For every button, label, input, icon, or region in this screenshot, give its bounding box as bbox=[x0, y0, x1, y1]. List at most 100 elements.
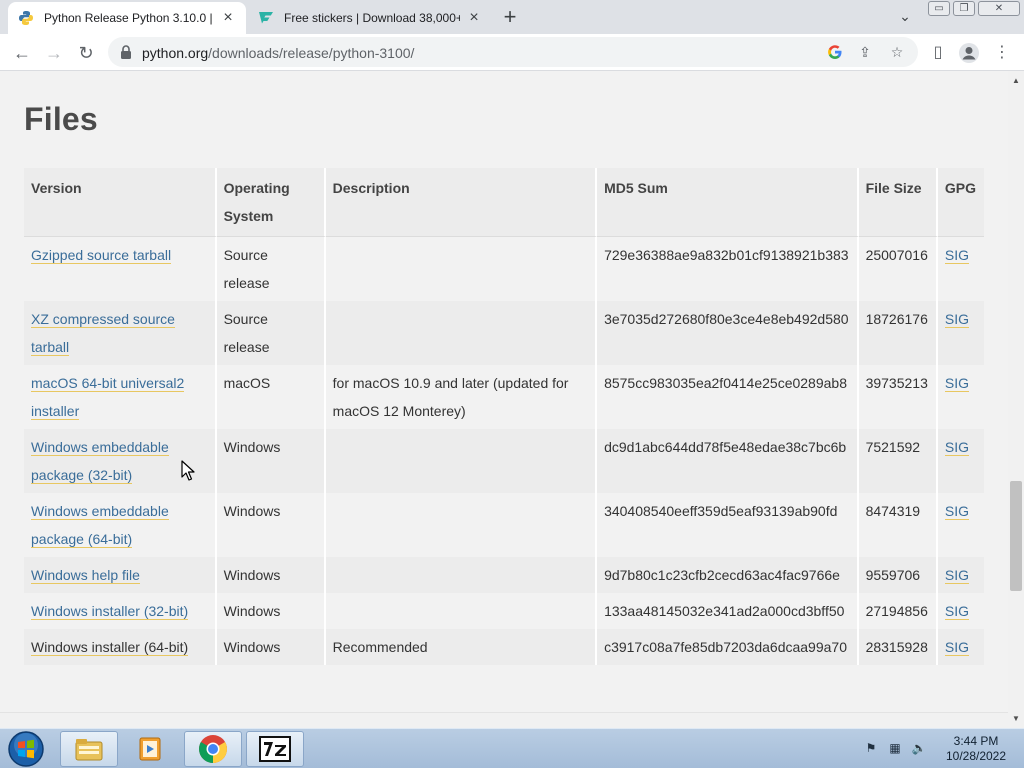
table-row: Windows embeddable package (32-bit) Wind… bbox=[24, 429, 984, 493]
scroll-down-arrow-icon[interactable]: ▼ bbox=[1012, 715, 1020, 723]
url-text[interactable]: python.org/downloads/release/python-3100… bbox=[142, 45, 414, 61]
cell-version: Windows installer (32-bit) bbox=[24, 593, 217, 629]
tab-free-stickers[interactable]: Free stickers | Download 38,000+ × bbox=[248, 2, 492, 34]
sig-link[interactable]: SIG bbox=[944, 439, 969, 456]
cell-file-size: 39735213 bbox=[858, 365, 938, 429]
sig-link[interactable]: SIG bbox=[944, 603, 969, 620]
cell-os: Source release bbox=[216, 301, 326, 365]
back-arrow-icon[interactable]: ← bbox=[10, 41, 34, 65]
taskbar-clock[interactable]: 3:44 PM 10/28/2022 bbox=[936, 734, 1016, 764]
share-icon[interactable]: ⇪ bbox=[856, 43, 874, 61]
network-icon[interactable]: ▦ bbox=[886, 739, 904, 757]
taskbar-7zip-button[interactable] bbox=[246, 731, 304, 767]
sig-link[interactable]: SIG bbox=[944, 567, 969, 584]
cell-version: Windows installer (64-bit) bbox=[24, 629, 217, 665]
cell-md5: c3917c08a7fe85db7203da6dcaa99a70 bbox=[597, 629, 859, 665]
sig-link[interactable]: SIG bbox=[944, 311, 969, 328]
vertical-scrollbar[interactable]: ▲ ▼ bbox=[1008, 71, 1024, 728]
system-tray: ⚑ ▦ 🔈 bbox=[862, 739, 928, 757]
download-link[interactable]: XZ compressed source tarball bbox=[31, 311, 175, 356]
table-row: Windows help file Windows 9d7b80c1c23cfb… bbox=[24, 557, 984, 593]
cell-description bbox=[325, 429, 598, 493]
cell-gpg: SIG bbox=[937, 301, 984, 365]
download-link[interactable]: Windows installer (32-bit) bbox=[31, 603, 189, 620]
cell-gpg: SIG bbox=[937, 237, 984, 301]
table-header-row: Version Operating System Description MD5 … bbox=[24, 168, 984, 237]
cell-description bbox=[325, 301, 598, 365]
action-center-flag-icon[interactable]: ⚑ bbox=[862, 739, 880, 757]
download-link[interactable]: Windows embeddable package (64-bit) bbox=[31, 503, 169, 548]
table-row: Gzipped source tarball Source release 72… bbox=[24, 237, 984, 301]
download-link[interactable]: macOS 64-bit universal2 installer bbox=[31, 375, 185, 420]
header-os-line1: Operating bbox=[223, 180, 290, 196]
cell-os: Source release bbox=[216, 237, 326, 301]
tab-close-icon[interactable]: × bbox=[220, 10, 236, 26]
header-description: Description bbox=[325, 168, 598, 237]
download-link[interactable]: Windows installer (64-bit) bbox=[31, 639, 189, 656]
cell-os: Windows bbox=[216, 493, 326, 557]
windows-taskbar: ⚑ ▦ 🔈 3:44 PM 10/28/2022 bbox=[0, 728, 1024, 768]
windows-start-orb-icon[interactable] bbox=[6, 730, 46, 768]
clock-date: 10/28/2022 bbox=[945, 749, 1007, 763]
cell-description bbox=[325, 593, 598, 629]
tab-python-release[interactable]: Python Release Python 3.10.0 | Py × bbox=[8, 2, 246, 34]
side-panel-icon[interactable]: ▯ bbox=[926, 41, 950, 65]
close-window-button[interactable]: ✕ bbox=[978, 1, 1020, 16]
cell-description bbox=[325, 493, 598, 557]
sig-link[interactable]: SIG bbox=[944, 375, 969, 392]
sig-link[interactable]: SIG bbox=[944, 639, 969, 656]
forward-arrow-icon[interactable]: → bbox=[42, 41, 66, 65]
address-bar[interactable]: python.org/downloads/release/python-3100… bbox=[108, 37, 918, 67]
download-link[interactable]: Windows help file bbox=[31, 567, 140, 584]
cell-file-size: 28315928 bbox=[858, 629, 938, 665]
new-tab-plus-icon[interactable]: + bbox=[499, 6, 521, 28]
table-row: Windows installer (64-bit) Windows Recom… bbox=[24, 629, 984, 665]
cell-md5: 340408540eeff359d5eaf93139ab90fd bbox=[597, 493, 859, 557]
restore-button[interactable]: ❐ bbox=[953, 1, 975, 16]
lock-icon[interactable] bbox=[120, 45, 132, 59]
files-table: Version Operating System Description MD5 … bbox=[24, 168, 984, 665]
scrollbar-thumb[interactable] bbox=[1010, 481, 1022, 591]
volume-icon[interactable]: 🔈 bbox=[910, 739, 928, 757]
cell-file-size: 9559706 bbox=[858, 557, 938, 593]
chrome-icon bbox=[199, 735, 227, 763]
kebab-menu-icon[interactable]: ⋮ bbox=[990, 41, 1014, 65]
sig-link[interactable]: SIG bbox=[944, 503, 969, 520]
cell-os: Windows bbox=[216, 557, 326, 593]
cell-gpg: SIG bbox=[937, 493, 984, 557]
taskbar-explorer-button[interactable] bbox=[60, 731, 118, 767]
cell-description bbox=[325, 557, 598, 593]
profile-avatar-icon[interactable] bbox=[958, 42, 980, 64]
cell-file-size: 18726176 bbox=[858, 301, 938, 365]
minimize-button[interactable]: ▭ bbox=[928, 1, 950, 16]
scroll-up-arrow-icon[interactable]: ▲ bbox=[1012, 77, 1020, 85]
download-link[interactable]: Windows embeddable package (32-bit) bbox=[31, 439, 169, 484]
taskbar-chrome-button[interactable] bbox=[184, 731, 242, 767]
table-row: macOS 64-bit universal2 installer macOS … bbox=[24, 365, 984, 429]
folder-icon bbox=[75, 739, 103, 761]
cell-md5: 133aa48145032e341ad2a000cd3bff50 bbox=[597, 593, 859, 629]
cell-md5: 729e36388ae9a832b01cf9138921b383 bbox=[597, 237, 859, 301]
download-link[interactable]: Gzipped source tarball bbox=[31, 247, 172, 264]
cell-version: Gzipped source tarball bbox=[24, 237, 217, 301]
cell-md5: 9d7b80c1c23cfb2cecd63ac4fac9766e bbox=[597, 557, 859, 593]
media-player-icon bbox=[139, 737, 161, 761]
cell-description: Recommended bbox=[325, 629, 598, 665]
flaticon-favicon-icon bbox=[259, 12, 273, 24]
cell-gpg: SIG bbox=[937, 629, 984, 665]
tab-search-chevron-icon[interactable]: ⌄ bbox=[896, 8, 914, 26]
tab-close-icon[interactable]: × bbox=[466, 10, 482, 26]
sig-link[interactable]: SIG bbox=[944, 247, 969, 264]
cell-file-size: 27194856 bbox=[858, 593, 938, 629]
cell-file-size: 7521592 bbox=[858, 429, 938, 493]
tab-strip: Python Release Python 3.10.0 | Py × Free… bbox=[0, 0, 1024, 34]
header-file-size: File Size bbox=[858, 168, 938, 237]
bookmark-star-icon[interactable]: ☆ bbox=[888, 43, 906, 61]
taskbar-media-player-button[interactable] bbox=[122, 731, 180, 767]
cell-version: macOS 64-bit universal2 installer bbox=[24, 365, 217, 429]
window-controls: ▭ ❐ ✕ bbox=[928, 1, 1020, 16]
reload-icon[interactable]: ↻ bbox=[74, 41, 98, 65]
horizontal-scrollbar-track bbox=[0, 712, 1008, 728]
cell-version: Windows embeddable package (64-bit) bbox=[24, 493, 217, 557]
google-lens-icon[interactable] bbox=[826, 43, 844, 61]
